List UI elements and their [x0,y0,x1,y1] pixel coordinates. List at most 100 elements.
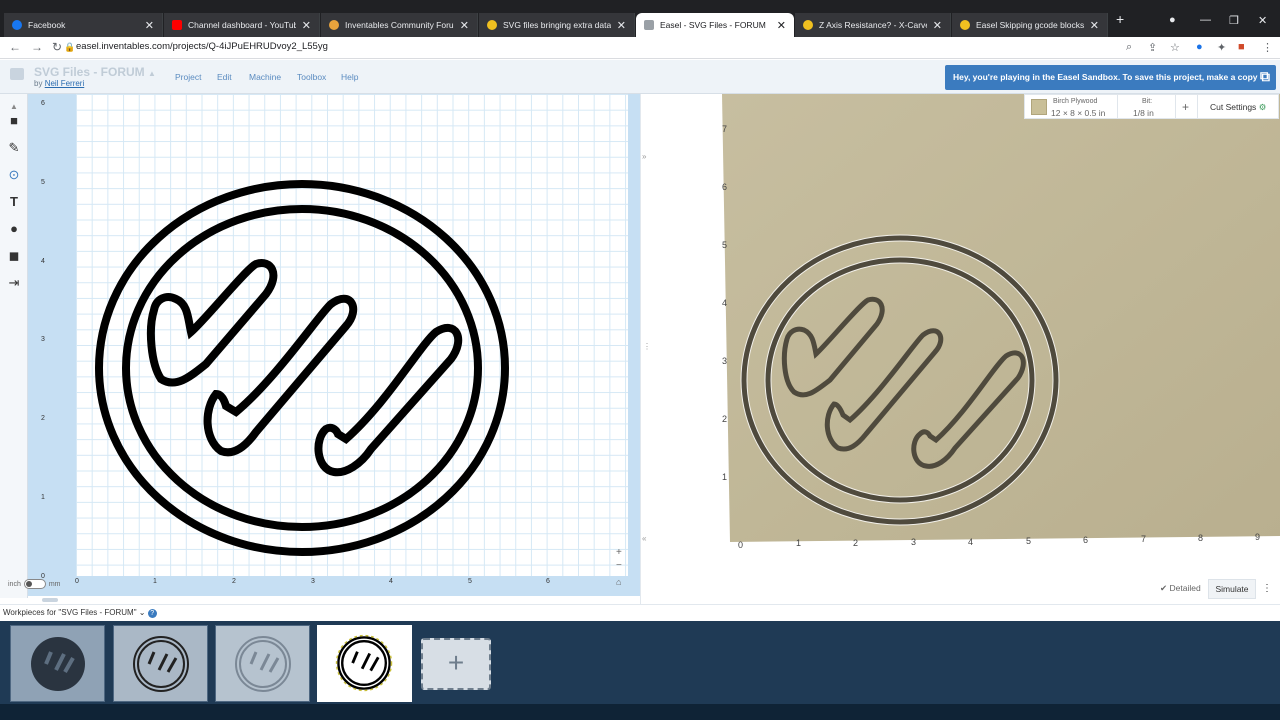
menu-help[interactable]: Help [341,72,358,82]
unit-switch[interactable] [23,579,46,589]
bottom-strip [0,704,1280,720]
help-icon[interactable]: ? [147,609,157,618]
apple-icon[interactable]: ● [5,220,23,238]
close-icon[interactable]: ✕ [933,19,942,32]
expand-chevron-icon[interactable]: » [642,152,646,161]
tab-inventables-forum[interactable]: Inventables Community Forum ✕ [321,13,478,37]
text-icon[interactable]: T [5,193,23,211]
material-swatch[interactable] [1031,99,1047,115]
cut-settings-button[interactable]: Cut Settings ⚙ [1210,102,1266,113]
shapes-icon[interactable]: ■ [5,112,23,130]
y-tick: 2 [41,415,45,422]
browser-tab-strip: Facebook ✕ Channel dashboard - YouTube S… [0,0,1280,37]
tab-title: Inventables Community Forum [345,20,454,30]
sandbox-banner-text: Hey, you're playing in the Easel Sandbox… [953,72,1258,82]
detailed-label: Detailed [1169,583,1201,593]
easel-logo-icon[interactable] [10,68,24,80]
pen-icon[interactable]: ✎ [5,139,23,157]
workpiece-thumb-4-active[interactable] [317,625,412,702]
horizontal-scrollbar[interactable] [42,598,58,602]
tab-svg-files-extra-data[interactable]: SVG files bringing extra data - E ✕ [479,13,635,37]
inventables-icon [329,20,339,30]
close-icon[interactable]: ✕ [145,19,154,32]
check-mark-3[interactable] [314,323,463,477]
home-icon[interactable]: ⌂ [616,577,621,587]
x-tick: 1 [153,578,157,585]
new-tab-icon[interactable]: + [1116,11,1124,27]
bookmark-star-icon[interactable]: ☆ [1170,41,1180,54]
tab-youtube[interactable]: Channel dashboard - YouTube S ✕ [164,13,320,37]
tab-facebook[interactable]: Facebook ✕ [4,13,163,37]
workpiece-thumb-2[interactable] [113,625,208,702]
tab-z-axis[interactable]: Z Axis Resistance? - X-Carve / Tr ✕ [795,13,951,37]
copy-project-icon[interactable]: ⧉ [1260,68,1270,85]
workpieces-title: Workpieces for "SVG Files - FORUM" [3,608,137,617]
detailed-toggle[interactable]: ✔ Detailed [1160,583,1201,594]
close-icon[interactable]: ✕ [460,19,469,32]
menu-edit[interactable]: Edit [217,72,232,82]
preview-x-tick: 8 [1198,533,1204,543]
more-options-icon[interactable]: ⋮ [1262,583,1272,594]
share-icon[interactable]: ⇪ [1148,41,1157,54]
sandbox-banner[interactable]: Hey, you're playing in the Easel Sandbox… [945,65,1276,90]
preview-x-tick: 6 [1083,535,1089,545]
menu-toolbox[interactable]: Toolbox [297,72,326,82]
y-tick: 5 [41,179,45,186]
x-tick: 4 [389,578,393,585]
close-icon[interactable]: ✕ [777,19,786,32]
tab-easel-skipping[interactable]: Easel Skipping gcode blocks - E ✕ [952,13,1108,37]
forward-icon[interactable]: → [31,40,43,54]
material-size[interactable]: 12 × 8 × 0.5 in [1051,108,1105,118]
workpiece-thumb-1[interactable] [10,625,105,702]
back-icon[interactable]: ← [9,40,21,54]
crosshair-icon[interactable]: ⊙ [5,166,23,184]
collapse-chevron-icon[interactable]: « [642,534,646,543]
bit-value[interactable]: 1/8 in [1133,108,1154,118]
preview-x-tick: 4 [968,537,974,547]
profile-avatar[interactable]: ■ [1238,41,1245,53]
design-artwork[interactable] [76,94,632,576]
inner-ring[interactable] [122,205,482,531]
unit-toggle[interactable]: inch mm [8,579,61,589]
tab-easel-active[interactable]: Easel - SVG Files - FORUM ✕ [636,13,794,37]
add-workpiece-button[interactable]: + [421,638,491,690]
close-icon[interactable]: ✕ [617,19,626,32]
menu-machine[interactable]: Machine [249,72,281,82]
maximize-icon[interactable]: ❐ [1229,14,1239,27]
add-bit-button[interactable]: + [1182,100,1189,114]
zoom-in-icon[interactable]: + [616,547,622,558]
box-icon[interactable]: ◼ [5,247,23,265]
author-link[interactable]: Neil Ferreri [45,79,85,88]
workpiece-preview [31,637,85,691]
tab-title: Channel dashboard - YouTube S [188,20,296,30]
zoom-icon[interactable]: ⌕ [1126,41,1132,54]
menu-project[interactable]: Project [175,72,201,82]
reload-icon[interactable]: ↻ [52,40,62,54]
pane-splitter[interactable]: » ⋮ « [640,94,651,604]
project-title[interactable]: SVG Files - FORUM ▲ [34,65,156,79]
close-icon[interactable]: ✕ [1090,19,1099,32]
menu-kebab-icon[interactable]: ⋮ [1262,41,1273,54]
zoom-out-icon[interactable]: − [616,560,622,571]
tab-search-icon[interactable]: ● [1169,14,1176,26]
minimize-icon[interactable]: — [1200,14,1211,26]
close-icon[interactable]: ✕ [302,19,311,32]
workpiece-thumb-3[interactable] [215,625,310,702]
youtube-icon [172,20,182,30]
forum-icon [960,20,970,30]
simulate-button[interactable]: Simulate [1208,579,1256,599]
preview-x-tick: 2 [853,538,859,548]
caret-icon: ▲ [148,69,156,78]
chevron-down-icon[interactable]: ⌄ [139,608,146,617]
extension-icon[interactable]: ● [1196,41,1203,53]
url-field[interactable]: easel.inventables.com/projects/Q-4iJPuEH… [76,41,328,52]
extensions-puzzle-icon[interactable]: ✦ [1217,41,1226,54]
import-icon[interactable]: ⇥ [5,274,23,292]
check-mark-1[interactable] [146,259,278,387]
window-close-icon[interactable]: ✕ [1258,14,1267,27]
material-name[interactable]: Birch Plywood [1053,98,1097,105]
unit-mm-label: mm [48,580,61,588]
material-board [722,94,1280,542]
x-tick: 2 [232,578,236,585]
workpiece-preview [133,636,189,692]
